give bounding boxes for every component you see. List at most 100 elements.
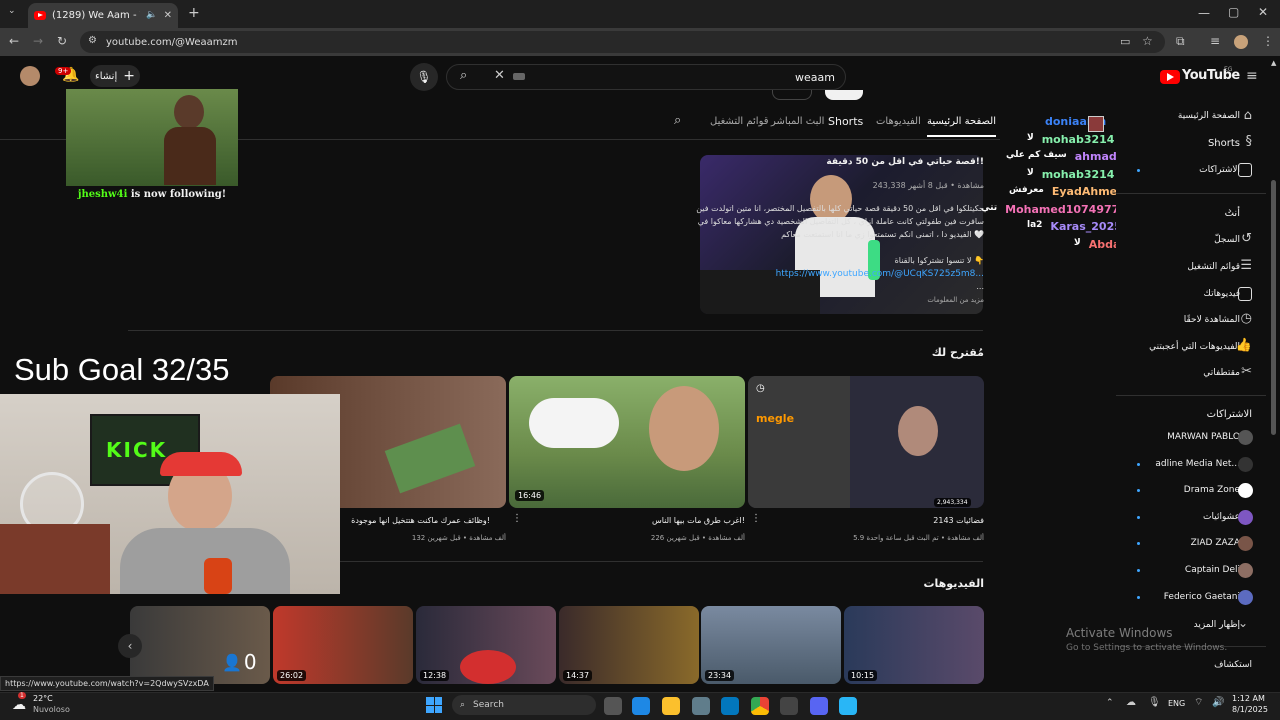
windows-start-icon[interactable]: [426, 697, 442, 713]
cow-shape: [529, 398, 619, 448]
window-close-icon[interactable]: ✕: [1258, 6, 1268, 18]
featured-link[interactable]: https://www.youtube.com/@UCqKS725z5m8...: [776, 269, 984, 279]
carousel-prev-button[interactable]: ‹: [118, 634, 142, 658]
videos-thumb-5[interactable]: 23:34: [701, 606, 841, 684]
tab-playlists[interactable]: قوائم التشغيل: [710, 116, 769, 127]
viewer-badge: 2,943,334: [934, 498, 971, 507]
bookmark-star-icon[interactable]: ☆: [1142, 35, 1153, 47]
language-indicator[interactable]: ENG: [1168, 699, 1185, 708]
show-more-button[interactable]: إظهار المزيد: [1194, 620, 1240, 630]
new-tab-icon[interactable]: +: [188, 6, 200, 20]
subscription-item[interactable]: ZIAD ZAZA: [1191, 538, 1240, 548]
sidebar-item-your-videos[interactable]: فيديوهاتك: [1204, 289, 1240, 299]
voice-search-button[interactable]: 🎙: [410, 63, 438, 91]
extensions-icon[interactable]: ⧉: [1176, 35, 1185, 47]
sidebar-item-watch-later[interactable]: المشاهدة لاحقًا: [1184, 315, 1240, 325]
volume-icon[interactable]: 🔊: [1212, 698, 1224, 708]
tab-home[interactable]: الصفحة الرئيسية: [927, 116, 996, 137]
videos-thumb-4[interactable]: 14:37: [559, 606, 699, 684]
videos-thumb-6[interactable]: 10:15: [844, 606, 984, 684]
reload-icon[interactable]: ↻: [57, 35, 67, 47]
videos-thumb-3[interactable]: 12:38: [416, 606, 556, 684]
clock-date[interactable]: 8/1/2025: [1232, 705, 1268, 714]
wifi-icon[interactable]: ⌔: [1194, 698, 1203, 708]
tab-audio-icon[interactable]: 🔈: [146, 11, 157, 20]
account-avatar[interactable]: [20, 66, 40, 86]
browser-tab[interactable]: (1289) We Aam - YouTube 🔈 ✕: [28, 3, 178, 28]
subscription-item[interactable]: adline Media Net...: [1155, 459, 1240, 469]
featured-desc-4: لا تنسوا تشتركوا بالقناة 👇: [894, 256, 984, 265]
duration-badge: 23:34: [705, 670, 735, 681]
sidebar-you-header[interactable]: أنت: [1225, 208, 1240, 219]
edge-icon[interactable]: [632, 697, 650, 715]
tab-videos[interactable]: الفيديوهات: [876, 116, 921, 127]
scroll-up-icon[interactable]: ▲: [1271, 60, 1276, 67]
mic-tray-icon[interactable]: 🎙: [1148, 698, 1161, 708]
tab-list-icon[interactable]: ⌄: [8, 7, 16, 16]
search-input[interactable]: weaam: [446, 64, 846, 90]
for-you-thumb-3[interactable]: megle ◷ 2,943,334: [748, 376, 984, 508]
channel-button-outline[interactable]: [772, 90, 812, 100]
subscription-item[interactable]: عشوائيات: [1203, 512, 1240, 522]
subscription-item[interactable]: Captain Deli: [1185, 565, 1240, 575]
playlists-icon: ☰: [1240, 258, 1252, 273]
chat-text: لا: [1027, 132, 1034, 143]
videos-thumb-2[interactable]: 26:02: [273, 606, 413, 684]
subscription-item[interactable]: Drama Zone: [1184, 485, 1240, 495]
address-bar[interactable]: youtube.com/@Weaamzm: [80, 31, 1165, 53]
subscribe-button[interactable]: [825, 90, 863, 100]
minimize-icon[interactable]: —: [1198, 7, 1210, 19]
outlook-icon[interactable]: [721, 697, 739, 715]
clock-time[interactable]: 1:12 AM: [1232, 694, 1265, 703]
follow-alert-user: jheshw4i: [77, 189, 128, 200]
chevron-up-icon[interactable]: ⌃: [1106, 699, 1114, 708]
cloud-icon[interactable]: ☁: [1126, 698, 1136, 708]
obs-icon[interactable]: [780, 697, 798, 715]
site-info-icon[interactable]: ⚙: [88, 36, 97, 46]
channel-avatar: [1238, 509, 1253, 525]
restore-icon[interactable]: ▢: [1228, 6, 1239, 18]
discord-icon[interactable]: [810, 697, 828, 715]
tab-live[interactable]: البث المباشر: [771, 116, 824, 127]
chat-message: Karas_2025 la2: [1027, 220, 1122, 233]
create-button[interactable]: إنشاء +: [90, 65, 140, 87]
tab-close-icon[interactable]: ✕: [164, 10, 172, 21]
channel-avatar: [1238, 456, 1253, 472]
taskbar-search-input[interactable]: ⌕ Search: [452, 695, 596, 715]
back-icon[interactable]: ←: [9, 35, 19, 47]
for-you-title-2[interactable]: اغرب طرق مات بيها الناس!: [509, 516, 745, 525]
app-icon[interactable]: [839, 697, 857, 715]
profile-avatar[interactable]: [1234, 35, 1248, 49]
for-you-thumb-2[interactable]: 16:46: [509, 376, 745, 508]
chrome-icon[interactable]: [751, 697, 769, 715]
for-you-title-3[interactable]: فضائيات 2143: [748, 516, 984, 525]
task-view-icon[interactable]: [604, 697, 622, 715]
tab-shorts[interactable]: Shorts: [828, 115, 863, 128]
cast-icon[interactable]: ▭: [1120, 36, 1130, 47]
sidebar-item-home[interactable]: الصفحة الرئيسية: [1178, 111, 1240, 121]
subscription-item[interactable]: Federico Gaetani: [1164, 592, 1240, 602]
sidebar-item-shorts[interactable]: Shorts: [1208, 138, 1240, 149]
clear-search-icon[interactable]: ✕: [494, 69, 505, 82]
sidebar-item-history[interactable]: السجلّ: [1214, 235, 1240, 245]
weather-icon[interactable]: ☁: [12, 697, 26, 713]
sidebar-item-liked[interactable]: الفيديوهات التي أعجبتني: [1149, 342, 1240, 352]
featured-title[interactable]: قصة حياتي في اقل من 50 دقيقة!!: [826, 157, 984, 167]
sidebar-item-subscriptions[interactable]: الاشتراكات: [1199, 165, 1240, 175]
search-icon[interactable]: ⌕: [460, 69, 467, 82]
forward-icon[interactable]: →: [33, 35, 43, 47]
sidebar-item-playlists[interactable]: قوائم التشغيل: [1187, 262, 1240, 272]
reading-list-icon[interactable]: ≡: [1210, 35, 1220, 47]
guide-menu-icon[interactable]: ≡: [1246, 69, 1258, 83]
keyboard-icon[interactable]: [513, 73, 525, 80]
sidebar-item-clips[interactable]: مقتطفاتي: [1203, 368, 1240, 378]
browser-menu-icon[interactable]: ⋮: [1262, 35, 1274, 47]
store-icon[interactable]: [692, 697, 710, 715]
duration-badge: 16:46: [515, 490, 545, 501]
like-count: 0: [243, 650, 257, 674]
subscription-item[interactable]: MARWAN PABLO: [1167, 432, 1240, 442]
channel-search-icon[interactable]: ⌕: [674, 114, 681, 127]
sidebar-scrollbar[interactable]: [1271, 180, 1276, 435]
file-explorer-icon[interactable]: [662, 697, 680, 715]
more-info-link[interactable]: مزيد من المعلومات: [927, 296, 984, 304]
